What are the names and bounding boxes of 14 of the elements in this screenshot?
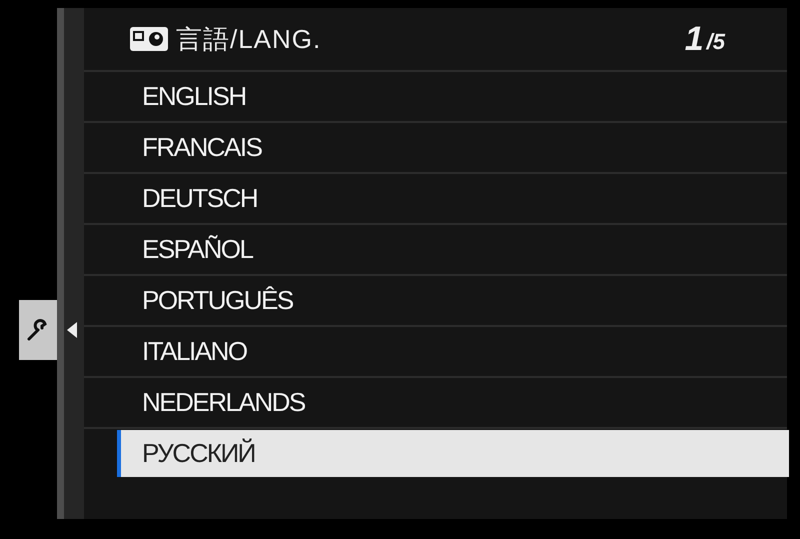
setup-tab[interactable]	[19, 300, 57, 360]
speech-badge-icon	[130, 27, 168, 51]
menu-item[interactable]: DEUTSCH	[84, 175, 787, 222]
menu-item[interactable]: ESPAÑOL	[84, 226, 787, 273]
menu-item[interactable]: ENGLISH	[84, 73, 787, 120]
page-number: 1	[684, 20, 704, 58]
menu-item[interactable]: РУССКИЙ	[117, 430, 789, 477]
menu-item[interactable]: ITALIANO	[84, 328, 787, 375]
left-arrow-icon	[67, 322, 77, 338]
menu-item[interactable]: FRANCAIS	[84, 124, 787, 171]
menu-item[interactable]: NEDERLANDS	[84, 379, 787, 426]
page-total: /5	[706, 29, 725, 55]
menu-item[interactable]: PORTUGUÊS	[84, 277, 787, 324]
menu-title: 言語/LANG.	[176, 22, 322, 56]
